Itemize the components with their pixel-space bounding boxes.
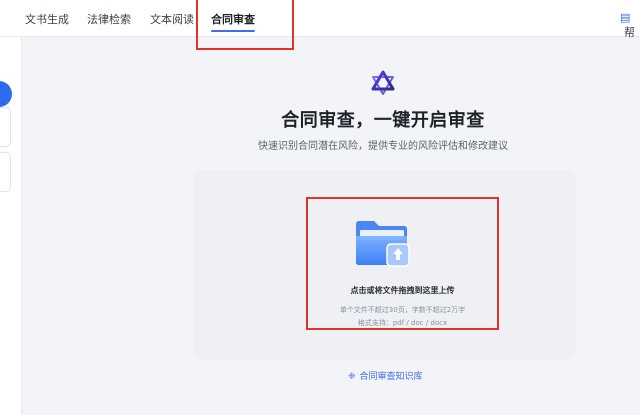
knowledge-base-link[interactable]: ❈ 合同审查知识库: [348, 369, 423, 382]
tab-text-reading[interactable]: 文本阅读: [150, 11, 194, 27]
page-title: 合同审查，一键开启审查: [281, 110, 485, 131]
app-logo-icon: [368, 68, 398, 98]
document-icon: ▤: [620, 11, 631, 24]
sidebar-item-1[interactable]: [0, 107, 11, 147]
annotation-highlight-upload: [306, 197, 499, 330]
help-label: 帮: [624, 26, 635, 39]
new-chat-button[interactable]: [0, 81, 12, 107]
knowledge-base-label: 合同审查知识库: [359, 372, 423, 382]
tab-document-generation[interactable]: 文书生成: [25, 11, 69, 27]
left-sidebar: [0, 37, 22, 415]
tab-legal-search[interactable]: 法律检索: [87, 11, 131, 27]
top-tab-bar: 文书生成 法律检索 文本阅读 合同审查 ▤帮: [0, 0, 640, 40]
knowledge-base-icon: ❈: [348, 372, 356, 382]
help-link[interactable]: ▤帮: [620, 11, 640, 40]
annotation-highlight-tab: [196, 0, 294, 50]
page-subtitle: 快速识别合同潜在风险，提供专业的风险评估和修改建议: [258, 141, 508, 152]
sidebar-item-2[interactable]: [0, 152, 11, 192]
